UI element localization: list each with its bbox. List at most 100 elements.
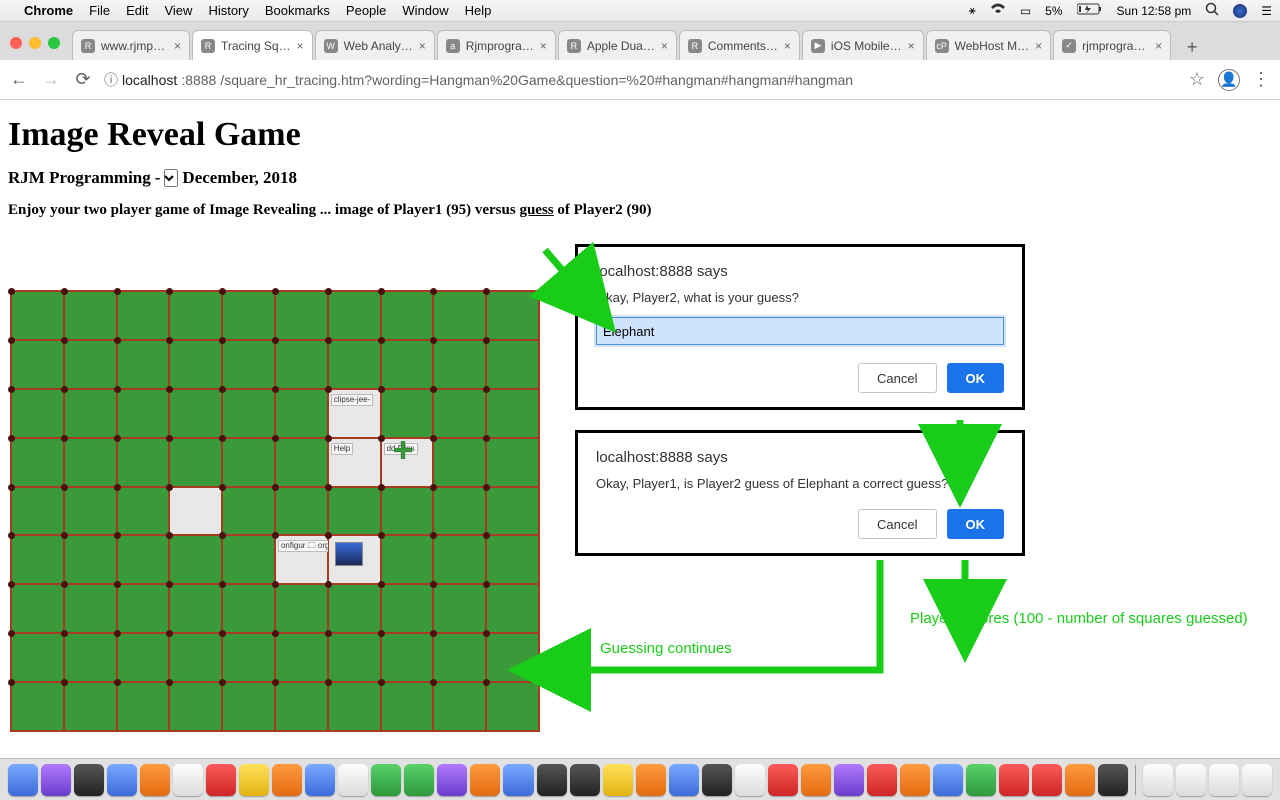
dock-app-sysprefs[interactable] (537, 764, 567, 796)
grid-cell[interactable] (433, 438, 486, 487)
grid-cell[interactable] (486, 682, 539, 731)
dock-app-finder[interactable] (8, 764, 38, 796)
grid-cell[interactable] (381, 633, 434, 682)
grid-cell[interactable] (11, 340, 64, 389)
clock[interactable]: Sun 12:58 pm (1117, 4, 1192, 18)
dock-app-generic1[interactable] (570, 764, 600, 796)
dock-app-siri[interactable] (41, 764, 71, 796)
grid-cell[interactable] (117, 535, 170, 584)
grid-cell[interactable] (64, 535, 117, 584)
grid-cell[interactable] (486, 291, 539, 340)
browser-tab[interactable]: RComments…× (679, 30, 800, 60)
browser-tab[interactable]: ▶iOS Mobile…× (802, 30, 924, 60)
menu-help[interactable]: Help (465, 3, 492, 18)
grid-cell[interactable] (328, 682, 381, 731)
grid-cell[interactable]: clipse-jee- (328, 389, 381, 438)
grid-cell[interactable] (486, 487, 539, 536)
grid-cell[interactable] (381, 291, 434, 340)
browser-tab[interactable]: RApple Dua…× (558, 30, 677, 60)
grid-cell[interactable] (433, 487, 486, 536)
bluetooth-icon[interactable]: ⚹ (969, 3, 976, 18)
grid-cell[interactable] (433, 340, 486, 389)
dock-app-generic8[interactable] (834, 764, 864, 796)
grid-cell[interactable] (328, 535, 381, 584)
grid-cell[interactable] (222, 682, 275, 731)
window-close-button[interactable] (10, 37, 22, 49)
grid-cell[interactable] (381, 535, 434, 584)
dock-app-appstore[interactable] (503, 764, 533, 796)
site-info-icon[interactable]: ⓘ (104, 70, 118, 90)
grid-cell[interactable] (381, 340, 434, 389)
grid-cell[interactable] (275, 682, 328, 731)
grid-cell[interactable] (275, 291, 328, 340)
grid-cell[interactable] (64, 487, 117, 536)
grid-cell[interactable] (486, 340, 539, 389)
dock-app-chrome[interactable] (933, 764, 963, 796)
grid-cell[interactable] (117, 389, 170, 438)
cancel-button[interactable]: Cancel (858, 509, 936, 539)
dock-app-generic7[interactable] (801, 764, 831, 796)
browser-tab[interactable]: WWeb Analy…× (315, 30, 435, 60)
dock-app-generic12[interactable] (1065, 764, 1095, 796)
menu-view[interactable]: View (164, 3, 192, 18)
grid-cell[interactable] (275, 389, 328, 438)
grid-cell[interactable] (222, 389, 275, 438)
guess-input[interactable] (596, 317, 1004, 345)
grid-cell[interactable] (381, 584, 434, 633)
grid-cell[interactable] (64, 389, 117, 438)
grid-cell[interactable] (64, 682, 117, 731)
grid-cell[interactable] (117, 633, 170, 682)
grid-cell[interactable] (486, 584, 539, 633)
address-bar[interactable]: ⓘ localhost:8888/square_hr_tracing.htm?w… (104, 70, 1176, 90)
forward-button[interactable]: → (40, 69, 62, 91)
dock-app-launchpad[interactable] (74, 764, 104, 796)
grid-cell[interactable] (433, 291, 486, 340)
menu-app-name[interactable]: Chrome (24, 3, 73, 18)
bookmark-star-icon[interactable]: ☆ (1186, 69, 1208, 91)
grid-cell[interactable] (169, 389, 222, 438)
dock-app-generic9[interactable] (966, 764, 996, 796)
menu-bookmarks[interactable]: Bookmarks (265, 3, 330, 18)
browser-tab[interactable]: ✓rjmprogra…× (1053, 30, 1171, 60)
grid-cell[interactable] (11, 535, 64, 584)
dock-app-itunes[interactable] (437, 764, 467, 796)
dock-item-doc3[interactable] (1209, 764, 1239, 796)
grid-cell[interactable] (328, 584, 381, 633)
grid-cell[interactable] (11, 438, 64, 487)
reveal-grid[interactable]: clipse-jee-Helpdd Filesonfigur 🗀 org (10, 290, 540, 732)
grid-cell[interactable]: onfigur 🗀 org (275, 535, 328, 584)
display-icon[interactable]: ▭ (1020, 4, 1031, 18)
grid-cell[interactable] (486, 535, 539, 584)
grid-cell[interactable] (328, 291, 381, 340)
grid-cell[interactable]: Help (328, 438, 381, 487)
grid-cell[interactable] (11, 633, 64, 682)
grid-cell[interactable] (222, 291, 275, 340)
tab-close-icon[interactable]: × (661, 39, 668, 53)
grid-cell[interactable] (169, 584, 222, 633)
grid-cell[interactable] (275, 584, 328, 633)
grid-cell[interactable] (11, 389, 64, 438)
window-minimize-button[interactable] (29, 37, 41, 49)
tab-close-icon[interactable]: × (174, 39, 181, 53)
grid-cell[interactable] (169, 535, 222, 584)
browser-tab[interactable]: aRjmprogra…× (437, 30, 556, 60)
dock-app-generic2[interactable] (603, 764, 633, 796)
spotlight-icon[interactable] (1205, 2, 1219, 19)
dock-app-calendar[interactable] (206, 764, 236, 796)
grid-cell[interactable] (275, 633, 328, 682)
grid-cell[interactable] (64, 340, 117, 389)
menu-window[interactable]: Window (402, 3, 448, 18)
grid-cell[interactable] (222, 584, 275, 633)
grid-cell[interactable] (486, 633, 539, 682)
ok-button[interactable]: OK (947, 509, 1005, 539)
grid-cell[interactable] (169, 633, 222, 682)
grid-cell[interactable] (328, 633, 381, 682)
menu-edit[interactable]: Edit (126, 3, 148, 18)
tab-close-icon[interactable]: × (784, 39, 791, 53)
dock-app-reminders[interactable] (272, 764, 302, 796)
dock-app-generic10[interactable] (999, 764, 1029, 796)
tab-close-icon[interactable]: × (1035, 39, 1042, 53)
grid-cell[interactable] (11, 584, 64, 633)
month-select[interactable] (164, 169, 178, 187)
notification-center-icon[interactable]: ☰ (1261, 4, 1272, 18)
